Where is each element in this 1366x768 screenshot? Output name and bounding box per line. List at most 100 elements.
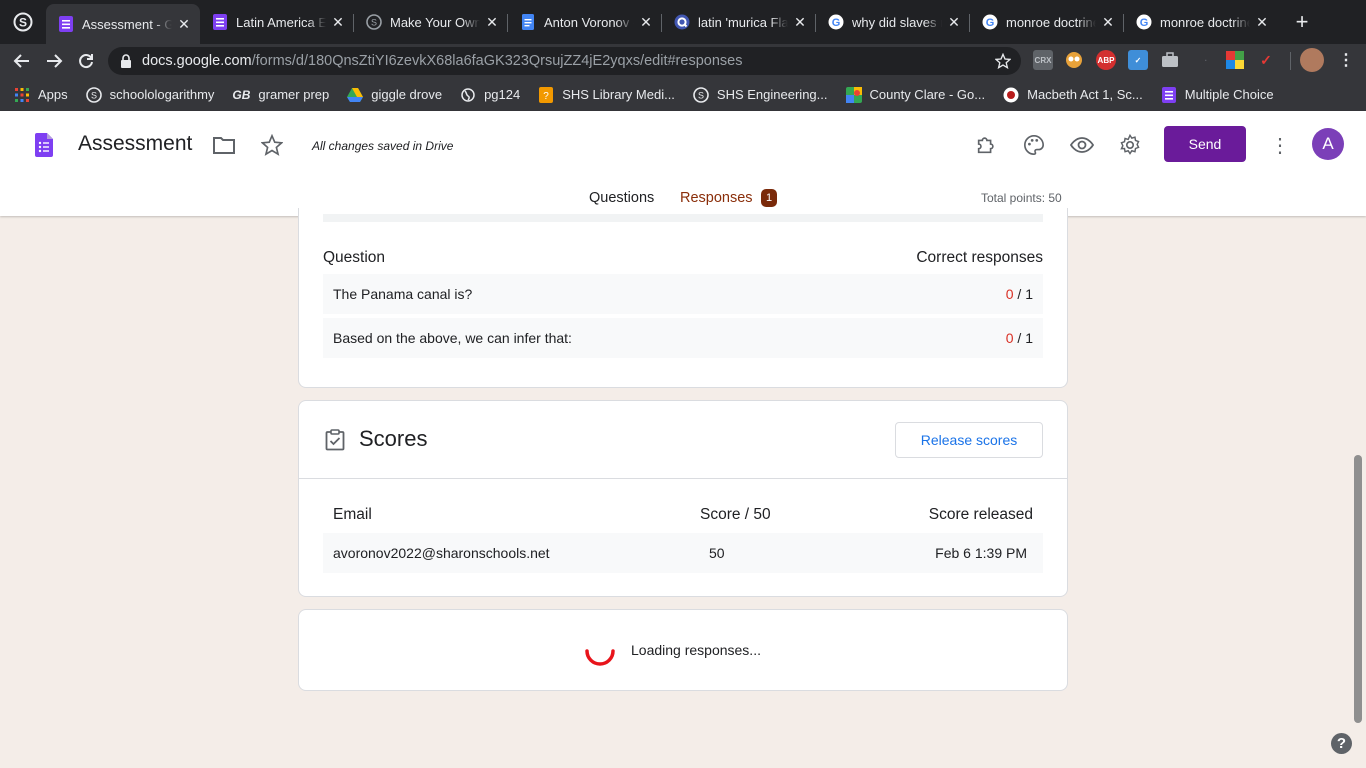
crx-extension-icon[interactable]: CRX bbox=[1033, 50, 1053, 70]
loading-spinner-icon bbox=[583, 634, 617, 673]
score-released-time: Feb 6 1:39 PM bbox=[935, 545, 1027, 561]
page-scrollbar[interactable] bbox=[1354, 455, 1362, 723]
tab-responses[interactable]: Responses bbox=[680, 190, 753, 206]
quizlet-icon bbox=[674, 14, 690, 30]
tab-title: latin 'murica Fla bbox=[698, 14, 788, 30]
tab-make-your-own[interactable]: S Make Your Own ✕ bbox=[354, 4, 508, 40]
tab-latin-america[interactable]: Latin America E ✕ bbox=[200, 4, 354, 40]
release-scores-button[interactable]: Release scores bbox=[895, 422, 1043, 458]
send-button[interactable]: Send bbox=[1164, 126, 1246, 162]
svg-text:G: G bbox=[1140, 17, 1149, 29]
bookmark-multiple-choice[interactable]: Multiple Choice bbox=[1161, 86, 1274, 103]
schoology-icon: S bbox=[13, 12, 33, 32]
question-text: The Panama canal is? bbox=[333, 286, 473, 302]
browser-tabstrip: S Assessment - G ✕ Latin America E ✕ S M… bbox=[0, 0, 1366, 44]
address-bar[interactable]: docs.google.com/forms/d/180QnsZtiYI6zevk… bbox=[108, 47, 1021, 75]
bookmark-pg124[interactable]: pg124 bbox=[460, 87, 520, 103]
profile-avatar[interactable] bbox=[1300, 48, 1324, 72]
bookmark-schoolologarithmy[interactable]: S schoolologarithmy bbox=[85, 86, 214, 103]
close-tab-icon[interactable]: ✕ bbox=[176, 16, 192, 33]
preview-eye-icon[interactable] bbox=[1070, 133, 1094, 157]
question-row[interactable]: Based on the above, we can infer that: 0… bbox=[323, 318, 1043, 358]
column-header-email: Email bbox=[333, 506, 372, 523]
question-text: Based on the above, we can infer that: bbox=[333, 330, 572, 346]
svg-text:S: S bbox=[371, 18, 377, 28]
divider bbox=[299, 478, 1067, 479]
back-button[interactable] bbox=[6, 45, 38, 77]
adblock-plus-icon[interactable]: ABP bbox=[1096, 50, 1116, 70]
forms-icon bbox=[212, 14, 228, 30]
arrow-right-icon bbox=[47, 54, 63, 68]
tab-title: Anton Voronov - bbox=[544, 14, 634, 30]
docs-icon bbox=[520, 14, 536, 30]
svg-text:G: G bbox=[986, 17, 995, 29]
tab-why-did-slaves[interactable]: G why did slaves r ✕ bbox=[816, 4, 970, 40]
library-icon: ? bbox=[538, 86, 554, 103]
tab-questions[interactable]: Questions bbox=[589, 190, 654, 206]
new-tab-button[interactable]: + bbox=[1284, 4, 1320, 40]
colorful-extension-icon[interactable] bbox=[1225, 50, 1245, 70]
tab-latin-murica[interactable]: latin 'murica Fla ✕ bbox=[662, 4, 816, 40]
score-row[interactable]: avoronov2022@sharonschools.net 50 Feb 6 … bbox=[323, 533, 1043, 573]
schoology-pinned-tab[interactable]: S bbox=[0, 0, 46, 44]
forms-icon bbox=[1161, 86, 1177, 103]
star-icon[interactable] bbox=[260, 133, 284, 157]
scores-title: Scores bbox=[359, 426, 428, 451]
close-tab-icon[interactable]: ✕ bbox=[330, 14, 346, 31]
bookmark-shs-library[interactable]: ? SHS Library Medi... bbox=[538, 86, 675, 103]
move-to-folder-icon[interactable] bbox=[212, 133, 236, 157]
help-icon[interactable]: ? bbox=[1331, 733, 1352, 754]
question-row[interactable]: The Panama canal is? 0 / 1 bbox=[323, 274, 1043, 314]
responses-count-badge: 1 bbox=[761, 189, 777, 207]
svg-text:?: ? bbox=[543, 91, 549, 102]
respondent-email: avoronov2022@sharonschools.net bbox=[333, 545, 550, 561]
forward-button[interactable] bbox=[38, 45, 70, 77]
bookmark-macbeth[interactable]: Macbeth Act 1, Sc... bbox=[1003, 87, 1143, 103]
more-options-icon[interactable]: ⋮ bbox=[1268, 133, 1292, 157]
url-text: docs.google.com/forms/d/180QnsZtiYI6zevk… bbox=[142, 53, 743, 69]
briefcase-extension-icon[interactable] bbox=[1160, 50, 1180, 70]
close-tab-icon[interactable]: ✕ bbox=[638, 14, 654, 31]
bookmark-apps[interactable]: Apps bbox=[14, 87, 68, 103]
reload-button[interactable] bbox=[70, 45, 102, 77]
lock-icon bbox=[121, 54, 131, 68]
assignment-check-icon bbox=[325, 429, 345, 456]
close-tab-icon[interactable]: ✕ bbox=[946, 14, 962, 31]
account-avatar[interactable]: A bbox=[1312, 128, 1344, 160]
globe-icon bbox=[460, 87, 476, 103]
close-tab-icon[interactable]: ✕ bbox=[1100, 14, 1116, 31]
bookmark-gramer-prep[interactable]: GB gramer prep bbox=[232, 87, 329, 103]
reload-icon bbox=[79, 54, 93, 69]
arrow-left-icon bbox=[13, 54, 29, 68]
google-forms-logo-icon[interactable] bbox=[35, 133, 53, 162]
form-title[interactable]: Assessment bbox=[78, 132, 192, 156]
total-points: Total points: 50 bbox=[981, 191, 1062, 205]
settings-gear-icon[interactable] bbox=[1118, 133, 1142, 157]
owl-extension-icon[interactable] bbox=[1064, 50, 1084, 70]
close-tab-icon[interactable]: ✕ bbox=[1254, 14, 1270, 31]
apps-grid-icon bbox=[14, 87, 30, 103]
grammarly-extension-icon[interactable]: · bbox=[1196, 50, 1216, 70]
tab-title: Assessment - G bbox=[82, 16, 172, 32]
column-header-correct-responses: Correct responses bbox=[916, 249, 1043, 266]
bookmark-star-icon[interactable] bbox=[994, 52, 1012, 74]
swoosh-extension-icon[interactable]: ✓ bbox=[1256, 50, 1276, 70]
respondent-score: 50 bbox=[709, 545, 725, 561]
tab-monroe-doctrine-1[interactable]: G monroe doctrine ✕ bbox=[970, 4, 1124, 40]
bookmark-shs-engineering[interactable]: S SHS Engineering... bbox=[693, 86, 828, 103]
tab-monroe-doctrine-2[interactable]: G monroe doctrine ✕ bbox=[1124, 4, 1278, 40]
palette-icon[interactable] bbox=[1022, 133, 1046, 157]
bookmark-giggle-drove[interactable]: giggle drove bbox=[347, 87, 442, 103]
correct-count: 0 / 1 bbox=[1005, 330, 1033, 346]
close-tab-icon[interactable]: ✕ bbox=[484, 14, 500, 31]
tab-anton-voronov[interactable]: Anton Voronov - ✕ bbox=[508, 4, 662, 40]
forms-icon bbox=[58, 16, 74, 32]
close-tab-icon[interactable]: ✕ bbox=[792, 14, 808, 31]
schoology-icon: S bbox=[85, 86, 102, 103]
add-ons-puzzle-icon[interactable] bbox=[974, 133, 998, 157]
chrome-menu-icon[interactable]: ⋮ bbox=[1336, 50, 1356, 70]
bookmark-county-clare[interactable]: County Clare - Go... bbox=[845, 86, 985, 103]
checkmark-extension-icon[interactable]: ✓ bbox=[1128, 50, 1148, 70]
google-icon: G bbox=[982, 14, 998, 30]
tab-assessment[interactable]: Assessment - G ✕ bbox=[46, 4, 200, 44]
